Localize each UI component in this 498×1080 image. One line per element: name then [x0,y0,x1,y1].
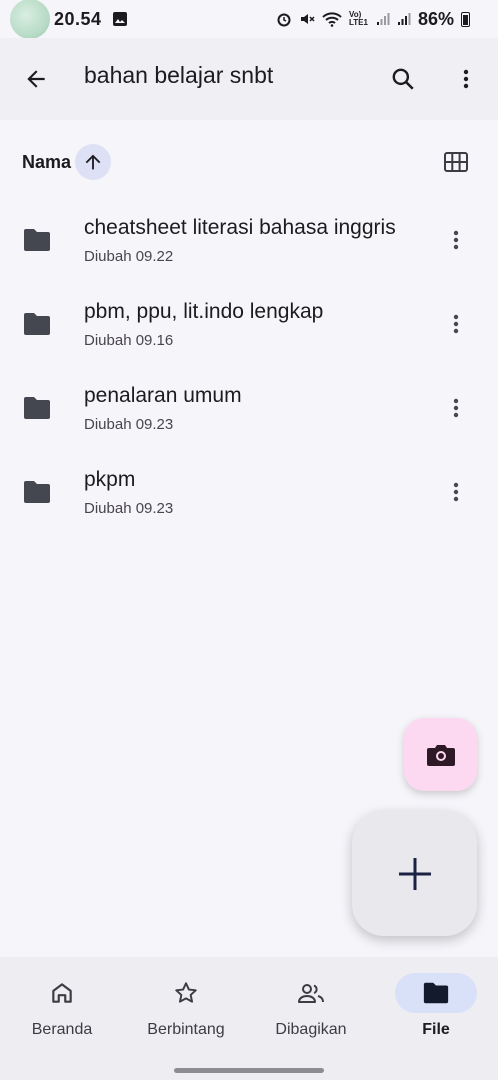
item-more-button[interactable] [432,384,480,432]
item-more-button[interactable] [432,216,480,264]
signal-icon [376,13,390,25]
nav-item-file[interactable]: File [374,973,498,1053]
nav-label: Berbintang [147,1021,225,1038]
nav-item-dibagikan[interactable]: Dibagikan [249,973,373,1053]
wifi-icon [322,12,342,27]
network-label: Vo) LTE1 [348,10,368,27]
file-name: pbm, ppu, lit.indo lengkap [84,300,324,323]
file-modified: Diubah 09.23 [84,416,174,433]
arrow-up-icon [85,154,101,170]
list-item[interactable]: penalaran umum Diubah 09.23 [0,366,498,450]
image-icon [112,12,127,26]
search-button[interactable] [379,55,427,103]
more-vert-icon [463,69,469,89]
signal-icon-2 [397,13,411,25]
back-button[interactable] [12,55,60,103]
more-vert-icon [453,398,459,418]
more-vert-icon [453,482,459,502]
home-icon [52,983,72,1003]
sort-direction-button[interactable] [75,144,111,180]
alarm-icon [277,13,291,27]
file-name: cheatsheet literasi bahasa inggris [84,216,396,239]
file-modified: Diubah 09.23 [84,500,174,517]
list-item[interactable]: pkpm Diubah 09.23 [0,450,498,534]
file-name: penalaran umum [84,384,242,407]
battery-icon [461,11,470,27]
file-list: cheatsheet literasi bahasa inggris Diuba… [0,198,498,534]
nav-item-beranda[interactable]: Beranda [0,973,124,1053]
arrow-back-icon [27,70,45,88]
people-icon [298,984,324,1003]
status-time: 20.54 [54,8,102,29]
item-more-button[interactable] [432,300,480,348]
file-modified: Diubah 09.16 [84,332,174,349]
home-indicator[interactable] [174,1068,324,1073]
list-item[interactable]: cheatsheet literasi bahasa inggris Diuba… [0,198,498,282]
nav-icon-container [270,973,352,1013]
grid-view-button[interactable] [432,138,480,186]
mute-icon [300,14,315,24]
file-modified: Diubah 09.22 [84,248,174,265]
grid-view-icon [444,152,468,172]
nav-icon-container [395,973,477,1013]
scan-camera-button[interactable] [404,718,477,791]
folder-icon [24,481,50,503]
more-options-button[interactable] [442,55,490,103]
folder-icon [24,313,50,335]
folder-icon [423,982,449,1004]
nav-label: Dibagikan [275,1021,347,1038]
nav-label: Beranda [31,1021,93,1038]
sticker-avatar [10,0,50,39]
page-title: bahan belajar snbt [84,62,274,88]
nav-label: File [422,1021,450,1038]
folder-icon [24,397,50,419]
sort-row: Nama [0,140,498,184]
bottom-navigation: Beranda Berbintang Dibagikan File [0,957,498,1080]
add-icon [398,857,431,890]
file-name: pkpm [84,468,136,491]
new-item-button[interactable] [352,811,477,936]
more-vert-icon [453,230,459,250]
list-item[interactable]: pbm, ppu, lit.indo lengkap Diubah 09.16 [0,282,498,366]
item-more-button[interactable] [432,468,480,516]
status-bar: 20.54 Vo) LTE1 86% [0,0,498,39]
nav-item-berbintang[interactable]: Berbintang [124,973,248,1053]
nav-icon-container [21,973,103,1013]
top-app-bar: bahan belajar snbt [0,38,498,120]
star-icon [175,982,197,1003]
battery-percent: 86% [417,8,454,29]
folder-icon [24,229,50,251]
sort-label[interactable]: Nama [22,152,71,173]
more-vert-icon [453,314,459,334]
camera-icon [426,744,455,766]
search-icon [392,68,414,90]
nav-icon-container [145,973,227,1013]
